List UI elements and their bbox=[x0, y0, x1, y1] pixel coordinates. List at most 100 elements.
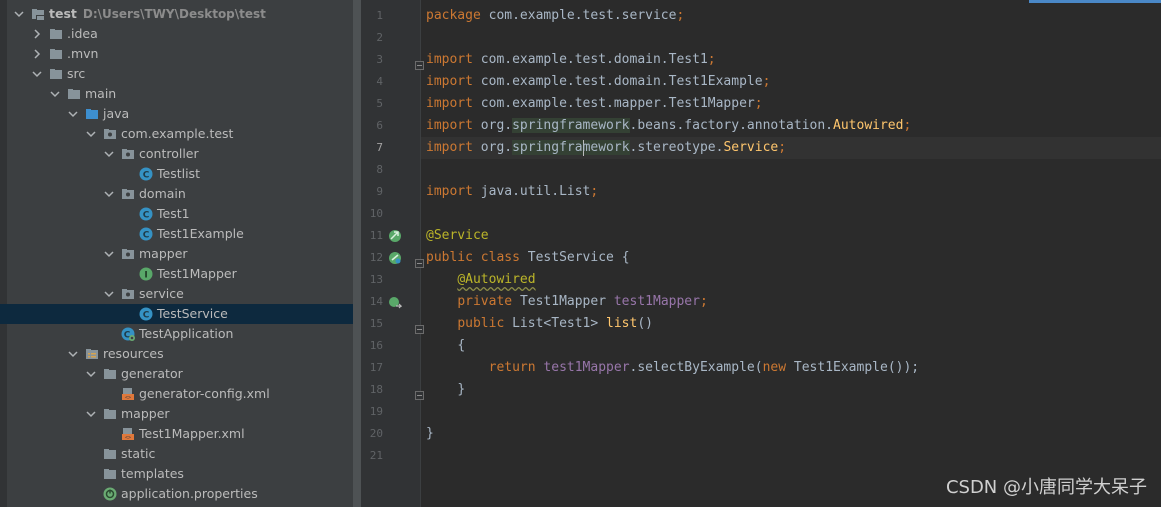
line-number[interactable]: 8 bbox=[361, 159, 383, 181]
chevron-down-icon[interactable] bbox=[103, 188, 115, 200]
code-line-18[interactable]: } bbox=[421, 379, 1161, 401]
svg-text:C: C bbox=[143, 311, 150, 321]
code-line-17[interactable]: return test1Mapper.selectByExample(new T… bbox=[421, 357, 1161, 379]
chevron-down-icon[interactable] bbox=[13, 8, 25, 20]
code-line-5[interactable]: import com.example.test.mapper.Test1Mapp… bbox=[421, 93, 1161, 115]
line-number[interactable]: 10 bbox=[361, 203, 383, 225]
tree-item-mapper[interactable]: mapper bbox=[0, 404, 353, 424]
folder-icon bbox=[103, 467, 117, 481]
line-number[interactable]: 9 bbox=[361, 181, 383, 203]
tree-item-testservice[interactable]: C TestService bbox=[0, 304, 353, 324]
tree-item-test1mapper-xml[interactable]: <> Test1Mapper.xml bbox=[0, 424, 353, 444]
tree-item-service[interactable]: service bbox=[0, 284, 353, 304]
tree-item-testapplication[interactable]: C TestApplication bbox=[0, 324, 353, 344]
folder-icon bbox=[103, 407, 117, 421]
chevron-down-icon[interactable] bbox=[67, 108, 79, 120]
chevron-down-icon[interactable] bbox=[103, 288, 115, 300]
code-line-15[interactable]: public List<Test1> list() bbox=[421, 313, 1161, 335]
code-editor[interactable]: package com.example.test.service; import… bbox=[421, 0, 1161, 507]
line-number[interactable]: 3 bbox=[361, 49, 383, 71]
line-number[interactable]: 17 bbox=[361, 357, 383, 379]
code-line-7[interactable]: import org.springframework.stereotype.Se… bbox=[421, 137, 1161, 159]
line-number[interactable]: 5 bbox=[361, 93, 383, 115]
spring-bean-icon[interactable] bbox=[388, 228, 402, 242]
line-number[interactable]: 4 bbox=[361, 71, 383, 93]
spring-properties-icon bbox=[103, 487, 117, 501]
chevron-down-icon[interactable] bbox=[103, 248, 115, 260]
tree-item-com-example-test[interactable]: com.example.test bbox=[0, 124, 353, 144]
tree-item-idea[interactable]: .idea bbox=[0, 24, 353, 44]
tree-item-java[interactable]: java bbox=[0, 104, 353, 124]
project-tree[interactable]: test D:\Users\TWY\Desktop\test .idea .mvn sr… bbox=[0, 0, 353, 507]
line-number[interactable]: 18 bbox=[361, 379, 383, 401]
tree-item-static[interactable]: static bbox=[0, 444, 353, 464]
line-number[interactable]: 12 bbox=[361, 247, 383, 269]
tree-item-generator[interactable]: generator bbox=[0, 364, 353, 384]
line-number[interactable]: 14 bbox=[361, 291, 383, 313]
tree-item-label: resources bbox=[103, 346, 164, 361]
code-line-1[interactable]: package com.example.test.service; bbox=[421, 5, 1161, 27]
line-number[interactable]: 21 bbox=[361, 445, 383, 467]
folder-icon bbox=[49, 27, 63, 41]
code-line-12[interactable]: public class TestService { bbox=[421, 247, 1161, 269]
line-number[interactable]: 20 bbox=[361, 423, 383, 445]
line-number[interactable]: 1 bbox=[361, 5, 383, 27]
tree-item-label: static bbox=[121, 446, 156, 461]
package-icon bbox=[121, 247, 135, 261]
autowired-injection-icon[interactable] bbox=[388, 294, 403, 309]
code-line-11[interactable]: @Service bbox=[421, 225, 1161, 247]
svg-text:C: C bbox=[143, 171, 150, 181]
tree-item-label: TestService bbox=[157, 306, 228, 321]
tree-item-test[interactable]: test D:\Users\TWY\Desktop\test bbox=[0, 4, 353, 24]
chevron-down-icon[interactable] bbox=[49, 88, 61, 100]
tree-item-testlist[interactable]: C Testlist bbox=[0, 164, 353, 184]
spring-boot-class-icon: C bbox=[121, 327, 135, 341]
chevron-down-icon[interactable] bbox=[85, 408, 97, 420]
line-number[interactable]: 15 bbox=[361, 313, 383, 335]
code-line-3[interactable]: import com.example.test.domain.Test1; bbox=[421, 49, 1161, 71]
code-line-20[interactable]: } bbox=[421, 423, 1161, 445]
code-line-6[interactable]: import org.springframework.beans.factory… bbox=[421, 115, 1161, 137]
chevron-down-icon[interactable] bbox=[103, 148, 115, 160]
tree-item-domain[interactable]: domain bbox=[0, 184, 353, 204]
tree-item-src[interactable]: src bbox=[0, 64, 353, 84]
tree-item-resources[interactable]: resources bbox=[0, 344, 353, 364]
tree-item-application-properties[interactable]: application.properties bbox=[0, 484, 353, 504]
chevron-down-icon[interactable] bbox=[31, 68, 43, 80]
tree-item-mapper[interactable]: mapper bbox=[0, 244, 353, 264]
tree-item-label: Testlist bbox=[157, 166, 200, 181]
line-number[interactable]: 6 bbox=[361, 115, 383, 137]
line-number[interactable]: 16 bbox=[361, 335, 383, 357]
tree-item-templates[interactable]: templates bbox=[0, 464, 353, 484]
tree-item-mvn[interactable]: .mvn bbox=[0, 44, 353, 64]
tree-item-generator-config-xml[interactable]: <> generator-config.xml bbox=[0, 384, 353, 404]
line-number[interactable]: 19 bbox=[361, 401, 383, 423]
code-line-9[interactable]: import java.util.List; bbox=[421, 181, 1161, 203]
code-line-14[interactable]: private Test1Mapper test1Mapper; bbox=[421, 291, 1161, 313]
chevron-down-icon[interactable] bbox=[67, 348, 79, 360]
chevron-right-icon[interactable] bbox=[31, 28, 43, 40]
tree-item-label: Test1Mapper bbox=[157, 266, 237, 281]
panel-splitter[interactable] bbox=[353, 0, 361, 507]
spring-bean-icon[interactable] bbox=[388, 250, 402, 264]
tree-item-test1[interactable]: C Test1 bbox=[0, 204, 353, 224]
tree-item-label: domain bbox=[139, 186, 186, 201]
folder-icon bbox=[103, 367, 117, 381]
xml-file-icon: <> bbox=[121, 387, 135, 401]
chevron-right-icon[interactable] bbox=[31, 48, 43, 60]
chevron-down-icon[interactable] bbox=[85, 368, 97, 380]
tree-item-main[interactable]: main bbox=[0, 84, 353, 104]
chevron-down-icon[interactable] bbox=[85, 128, 97, 140]
code-line-13[interactable]: @Autowired bbox=[421, 269, 1161, 291]
tree-item-label: com.example.test bbox=[121, 126, 234, 141]
line-number[interactable]: 2 bbox=[361, 27, 383, 49]
tree-item-test1mapper[interactable]: I Test1Mapper bbox=[0, 264, 353, 284]
tree-item-test1example[interactable]: C Test1Example bbox=[0, 224, 353, 244]
tree-item-controller[interactable]: controller bbox=[0, 144, 353, 164]
code-line-4[interactable]: import com.example.test.domain.Test1Exam… bbox=[421, 71, 1161, 93]
line-number[interactable]: 7 bbox=[361, 137, 383, 159]
code-line-16[interactable]: { bbox=[421, 335, 1161, 357]
line-number[interactable]: 11 bbox=[361, 225, 383, 247]
line-number[interactable]: 13 bbox=[361, 269, 383, 291]
package-icon bbox=[121, 187, 135, 201]
